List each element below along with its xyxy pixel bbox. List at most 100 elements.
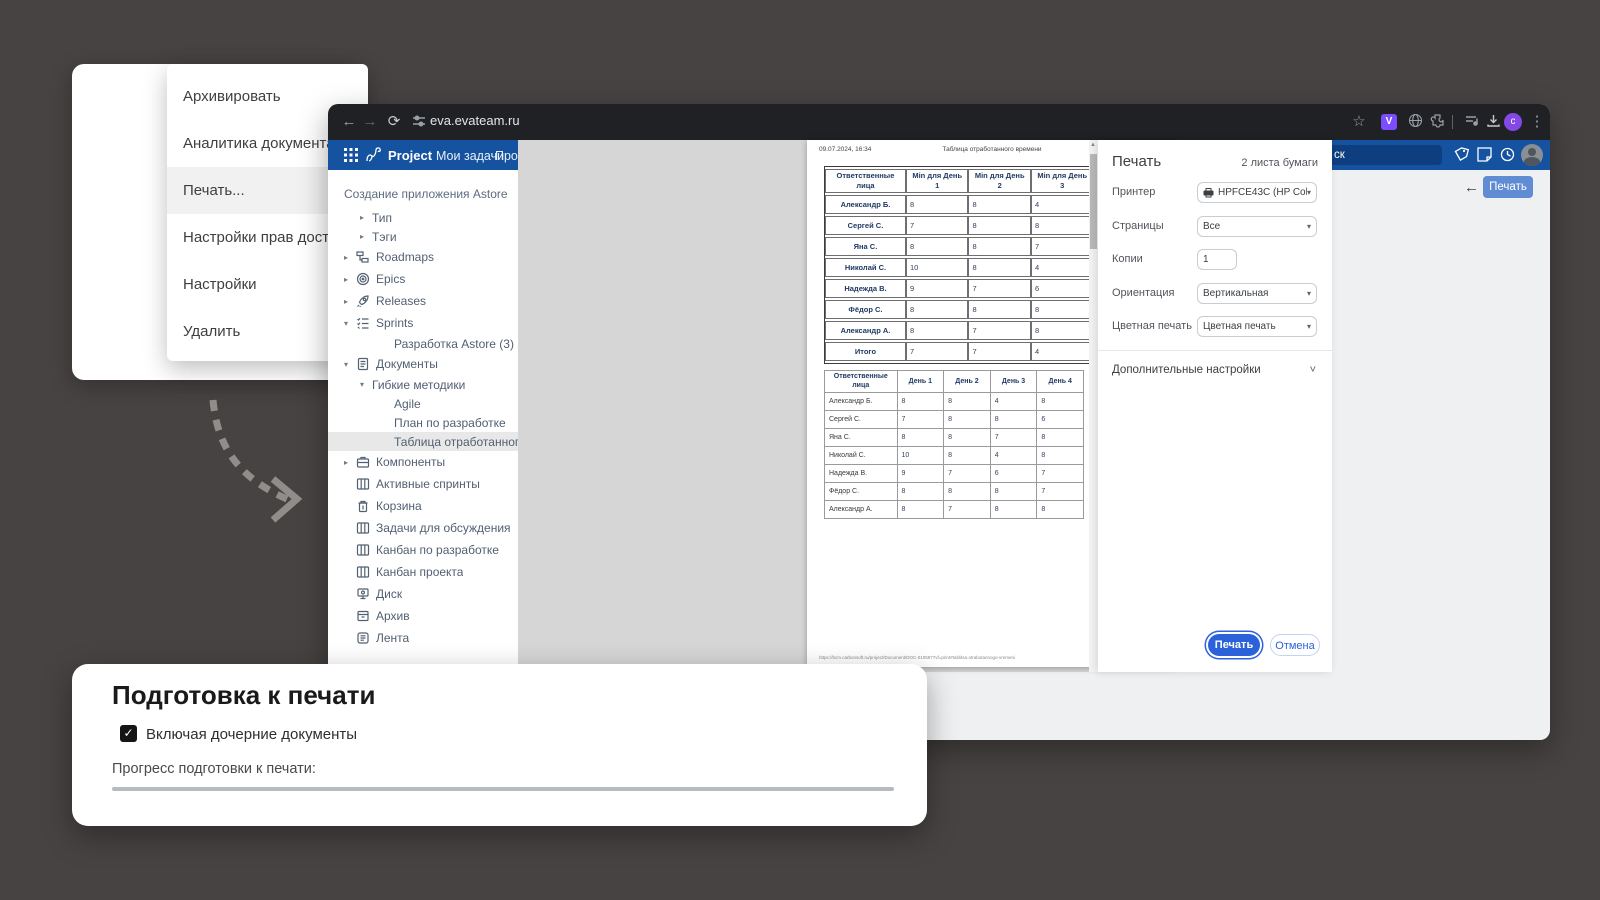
- chevron-right-icon[interactable]: ▸: [344, 275, 356, 284]
- value-cell: 6: [990, 464, 1037, 482]
- dialog-print-button[interactable]: Печать: [1208, 634, 1260, 656]
- sidebar-item[interactable]: ▸Releases: [328, 290, 518, 312]
- sidebar-item-label: Epics: [376, 272, 405, 286]
- kanban-icon: [356, 477, 376, 491]
- person-name-cell: Николай С.: [825, 446, 898, 464]
- sidebar-item[interactable]: ▸Тэги: [328, 227, 518, 246]
- value-cell: 8: [1037, 446, 1084, 464]
- chevron-down-icon[interactable]: ▾: [360, 380, 372, 389]
- user-avatar[interactable]: [1521, 144, 1543, 166]
- bookmark-star-icon[interactable]: ☆: [1350, 113, 1368, 131]
- sidebar-item[interactable]: Корзина: [328, 495, 518, 517]
- reading-list-icon[interactable]: [1462, 113, 1480, 131]
- preview-scrollbar[interactable]: ▲: [1089, 140, 1098, 672]
- kebab-menu-icon[interactable]: ⋮: [1528, 113, 1546, 131]
- forward-icon[interactable]: →: [361, 113, 379, 131]
- kanban-icon: [356, 521, 376, 535]
- sidebar-item[interactable]: Канбан проекта: [328, 561, 518, 583]
- sidebar-item-label: Активные спринты: [376, 477, 480, 491]
- chevron-right-icon[interactable]: ▸: [360, 232, 372, 241]
- sidebar-item[interactable]: Диск: [328, 583, 518, 605]
- extensions-puzzle-icon[interactable]: [1428, 113, 1446, 131]
- value-cell: 7: [1037, 464, 1084, 482]
- chevron-right-icon[interactable]: ▸: [344, 253, 356, 262]
- project-logo-icon: [364, 145, 384, 170]
- sidebar-item-label: Agile: [394, 397, 421, 411]
- value-cell: 7: [944, 464, 991, 482]
- person-name-cell: Александр Б.: [825, 392, 898, 410]
- modal-title: Подготовка к печати: [112, 680, 375, 711]
- refresh-icon[interactable]: ⟳: [385, 113, 403, 131]
- value-cell: 4: [1031, 342, 1094, 361]
- цветная печать-select[interactable]: Цветная печать▾: [1197, 316, 1317, 337]
- dialog-cancel-button[interactable]: Отмена: [1270, 634, 1320, 656]
- document-icon: [356, 357, 376, 371]
- site-settings-icon[interactable]: [410, 113, 428, 131]
- chevron-down-icon[interactable]: ˅: [1310, 364, 1316, 376]
- sidebar-item[interactable]: Задачи для обсуждения: [328, 517, 518, 539]
- brand-name[interactable]: Project: [388, 148, 432, 163]
- app-print-button[interactable]: Печать: [1483, 176, 1533, 198]
- children-docs-checkbox[interactable]: ✓: [120, 725, 137, 742]
- copies-input[interactable]: 1: [1197, 249, 1237, 270]
- back-icon[interactable]: ←: [340, 113, 358, 131]
- sidebar-item[interactable]: ▾Sprints: [328, 312, 518, 334]
- column-header: Ответственные лица: [825, 371, 898, 393]
- sidebar-item[interactable]: Активные спринты: [328, 473, 518, 495]
- chevron-right-icon[interactable]: ▸: [344, 458, 356, 467]
- sidebar-item[interactable]: Канбан по разработке: [328, 539, 518, 561]
- value-cell: 8: [968, 300, 1031, 319]
- chevron-down-icon: ▾: [1307, 222, 1311, 231]
- table-row: Александр Б.8848: [825, 392, 1084, 410]
- browser-window: ← → ⟳ eva.evateam.ru ☆ V c ⋮: [328, 104, 1550, 740]
- sidebar-item[interactable]: Лента: [328, 627, 518, 649]
- scrollbar-up-icon[interactable]: ▲: [1090, 142, 1096, 148]
- apps-grid-icon[interactable]: [344, 148, 358, 167]
- принтер-select[interactable]: HPFCE43C (HP Color La:▾: [1197, 182, 1317, 203]
- nav-my-tasks[interactable]: Мои задачи: [436, 149, 504, 163]
- history-icon[interactable]: [1499, 146, 1517, 164]
- person-name-cell: Фёдор С.: [825, 482, 898, 500]
- страницы-select[interactable]: Все▾: [1197, 216, 1317, 237]
- sidebar-item[interactable]: ▸Тип: [328, 208, 518, 227]
- tag-icon[interactable]: [1453, 146, 1471, 164]
- scrollbar-thumb[interactable]: [1090, 154, 1097, 249]
- field-value: Все: [1203, 221, 1307, 232]
- print-dialog-title: Печать: [1112, 153, 1161, 170]
- chevron-right-icon[interactable]: ▸: [360, 213, 372, 222]
- value-cell: 8: [944, 482, 991, 500]
- chevron-right-icon[interactable]: ▸: [344, 297, 356, 306]
- field-label: Ориентация: [1112, 287, 1174, 299]
- chevron-down-icon[interactable]: ▾: [344, 319, 356, 328]
- sidebar-item[interactable]: План по разработке: [328, 413, 518, 432]
- sidebar-item-label: Разработка Astore (3): [394, 337, 514, 351]
- component-icon: [356, 455, 376, 469]
- project-sidebar: Создание приложения Astore ▸Тип▸Тэги▸Roa…: [328, 170, 518, 740]
- chevron-down-icon[interactable]: ▾: [344, 360, 356, 369]
- extension-v-icon[interactable]: V: [1381, 114, 1397, 130]
- sidebar-item[interactable]: ▸Компоненты: [328, 451, 518, 473]
- sidebar-item[interactable]: Разработка Astore (3): [328, 334, 518, 353]
- globe-extension-icon[interactable]: [1406, 113, 1424, 131]
- browser-profile-avatar[interactable]: c: [1504, 113, 1522, 131]
- ориентация-select[interactable]: Вертикальная▾: [1197, 283, 1317, 304]
- sidebar-item[interactable]: Архив: [328, 605, 518, 627]
- sidebar-item[interactable]: ▾Документы: [328, 353, 518, 375]
- project-title[interactable]: Создание приложения Astore: [328, 184, 518, 208]
- sidebar-item[interactable]: ▸ Epics: [328, 268, 518, 290]
- download-icon[interactable]: [1484, 113, 1502, 131]
- notes-icon[interactable]: [1476, 146, 1494, 164]
- sidebar-item[interactable]: ▾Гибкие методики: [328, 375, 518, 394]
- value-cell: 8: [906, 300, 969, 319]
- print-preparation-modal: Подготовка к печати ✓ Включая дочерние д…: [72, 664, 927, 826]
- url-bar[interactable]: eva.evateam.ru: [430, 113, 520, 128]
- sidebar-item[interactable]: ▸Roadmaps: [328, 246, 518, 268]
- sidebar-item-selected[interactable]: Таблица отработанного времен: [328, 432, 518, 451]
- additional-settings[interactable]: Дополнительные настройки: [1112, 364, 1261, 376]
- value-cell: 8: [1037, 428, 1084, 446]
- person-name-cell: Сергей С.: [825, 216, 906, 235]
- value-cell: 8: [944, 428, 991, 446]
- app-back-arrow[interactable]: ←: [1464, 179, 1479, 196]
- sidebar-item[interactable]: Agile: [328, 394, 518, 413]
- field-label: Цветная печать: [1112, 320, 1192, 332]
